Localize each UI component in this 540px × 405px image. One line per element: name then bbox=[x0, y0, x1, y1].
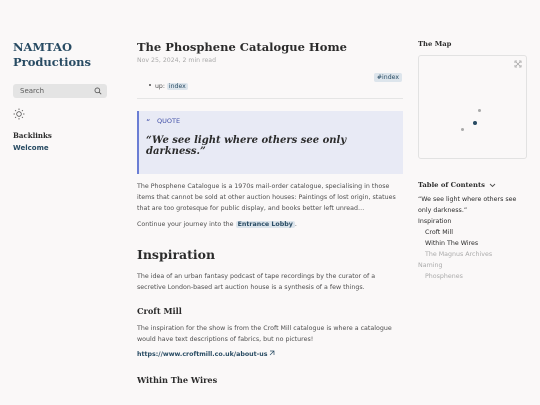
quote-header: “ QUOTE bbox=[146, 117, 395, 125]
up-link[interactable]: index bbox=[166, 83, 188, 90]
quote-text: “We see light where others see only dark… bbox=[146, 135, 347, 157]
up-link-row: up: index bbox=[137, 83, 403, 90]
toc-item[interactable]: Croft Mill bbox=[418, 227, 528, 238]
graph-node-current[interactable] bbox=[473, 121, 477, 125]
within-the-wires-heading: Within The Wires bbox=[137, 375, 218, 386]
graph-node[interactable] bbox=[478, 109, 481, 112]
continue-paragraph: Continue your journey into the Entrance … bbox=[137, 220, 403, 231]
continue-suffix: . bbox=[294, 221, 297, 229]
backlinks-heading: Backlinks bbox=[13, 131, 52, 140]
map-heading: The Map bbox=[418, 40, 452, 48]
toc-header[interactable]: Table of Contents bbox=[418, 181, 528, 189]
site-title[interactable]: NAMTAO Productions bbox=[13, 40, 108, 70]
search-placeholder: Search bbox=[20, 87, 45, 95]
quote-icon: “ bbox=[146, 118, 150, 125]
toc-item[interactable]: Naming bbox=[418, 260, 528, 271]
toc-list: “We see light where others see only dark… bbox=[418, 194, 528, 282]
croft-mill-url-text: https://www.croftmill.co.uk/about-us bbox=[137, 351, 268, 359]
toc-item[interactable]: Within The Wires bbox=[418, 238, 528, 249]
search-icon bbox=[94, 87, 102, 95]
up-label: up: bbox=[155, 83, 165, 90]
bullet bbox=[149, 84, 151, 86]
quote-callout: “ QUOTE “We see light where others see o… bbox=[137, 111, 403, 174]
quote-label: QUOTE bbox=[157, 117, 181, 125]
page-title: The Phosphene Catalogue Home bbox=[137, 40, 347, 54]
toc-item[interactable]: The Magnus Archives bbox=[418, 249, 528, 260]
tag-badge[interactable]: #index bbox=[373, 73, 402, 82]
toc-item[interactable]: Phosphenes bbox=[418, 271, 528, 282]
toc-item[interactable]: Inspiration bbox=[418, 216, 528, 227]
entrance-lobby-link[interactable]: Entrance Lobby bbox=[235, 221, 295, 229]
toc-heading: Table of Contents bbox=[418, 181, 485, 189]
expand-icon[interactable] bbox=[514, 60, 522, 68]
inspiration-heading: Inspiration bbox=[137, 247, 216, 263]
croft-mill-paragraph: The inspiration for the show is from the… bbox=[137, 324, 392, 343]
divider bbox=[137, 98, 403, 99]
svg-text:“: “ bbox=[146, 118, 150, 125]
toc-item[interactable]: “We see light where others see only dark… bbox=[418, 194, 528, 216]
intro-paragraph: The Phosphene Catalogue is a 1970s mail-… bbox=[137, 183, 396, 212]
graph-node[interactable] bbox=[461, 128, 464, 131]
graph-view[interactable] bbox=[418, 55, 527, 159]
right-sidebar: The Map Table of Contents “We see light … bbox=[418, 40, 528, 282]
croft-mill-link[interactable]: https://www.croftmill.co.uk/about-us bbox=[137, 350, 403, 358]
search-input[interactable]: Search bbox=[13, 84, 107, 98]
backlink-item[interactable]: Welcome bbox=[13, 144, 108, 152]
external-link-icon bbox=[269, 351, 274, 356]
croft-mill-heading: Croft Mill bbox=[137, 305, 182, 316]
left-sidebar: NAMTAO Productions Search Backlinks Welc… bbox=[13, 40, 108, 152]
main-content: The Phosphene Catalogue Home Nov 25, 202… bbox=[137, 40, 403, 385]
theme-toggle-sun-icon[interactable] bbox=[13, 108, 25, 120]
inspiration-paragraph: The idea of an urban fantasy podcast of … bbox=[137, 273, 376, 291]
chevron-down-icon[interactable] bbox=[489, 183, 496, 188]
continue-prefix: Continue your journey into the bbox=[137, 221, 234, 229]
page-meta: Nov 25, 2024, 2 min read bbox=[137, 57, 217, 64]
